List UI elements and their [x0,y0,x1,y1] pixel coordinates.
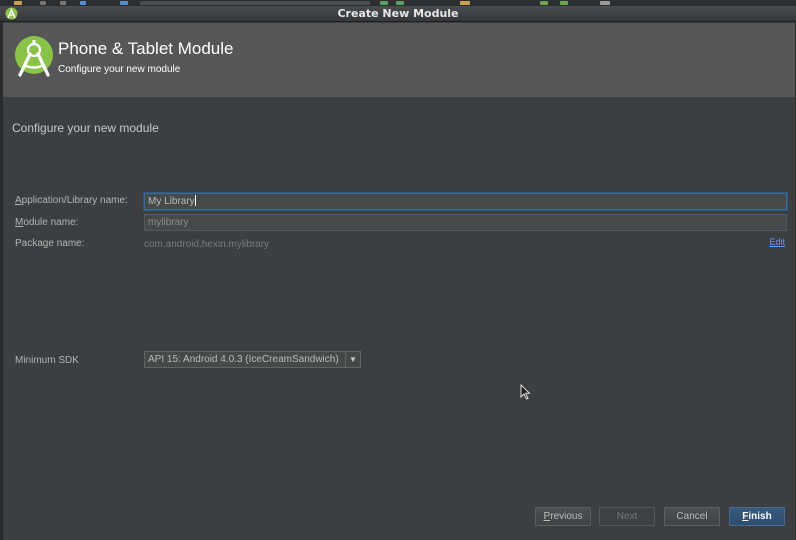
cancel-button[interactable]: Cancel [664,507,720,526]
app-name-label: Application/Library name: [15,195,128,206]
previous-button[interactable]: Previous [535,507,591,526]
header-subtitle: Configure your new module [58,64,181,75]
dialog-titlebar[interactable]: Create New Module [0,6,796,22]
header-title: Phone & Tablet Module [58,39,234,58]
module-name-input[interactable]: mylibrary [144,214,787,231]
module-name-label-text: odule name: [23,217,79,228]
module-name-label: Module name: [15,217,78,228]
app-name-input[interactable]: My Library [144,193,787,210]
next-button[interactable]: Next [599,507,655,526]
finish-label: inish [748,511,772,522]
package-name-value: com.android.hexin.mylibrary [144,239,270,250]
section-heading: Configure your new module [12,121,159,135]
package-edit-link[interactable]: Edit [769,237,785,247]
dialog-title: Create New Module [337,7,459,20]
text-caret [194,195,196,206]
min-sdk-label: Minimum SDK [15,355,79,366]
wizard-body: Configure your new module Application/Li… [3,97,795,540]
mouse-pointer-icon [520,384,531,400]
app-name-label-text: pplication/Library name: [21,195,128,206]
module-name-value: mylibrary [148,217,189,228]
min-sdk-selected-value: API 15: Android 4.0.3 (IceCreamSandwich) [148,354,339,365]
finish-button[interactable]: Finish [729,507,785,526]
previous-label: revious [550,511,583,522]
min-sdk-dropdown[interactable]: API 15: Android 4.0.3 (IceCreamSandwich)… [144,351,361,368]
wizard-header: Phone & Tablet Module Configure your new… [3,23,795,97]
app-name-label-mnemonic: A [15,195,22,206]
app-name-value: My Library [148,196,195,207]
chevron-down-icon[interactable]: ▼ [345,352,360,367]
android-studio-logo [15,36,53,77]
package-name-label: Package name: [15,238,85,249]
